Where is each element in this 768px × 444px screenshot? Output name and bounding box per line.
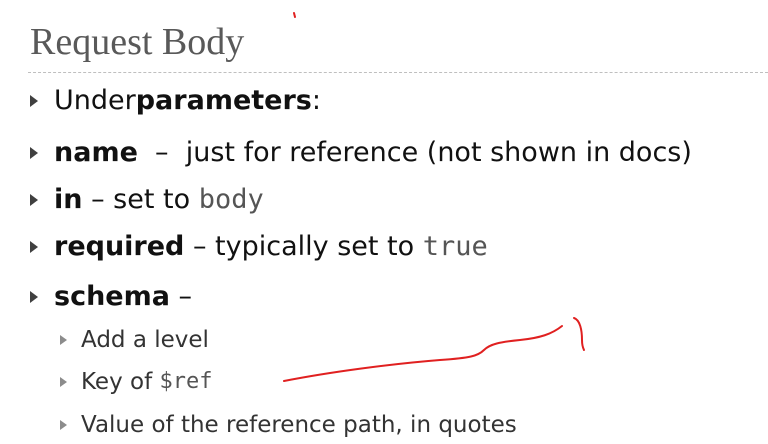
bullet-keyword: schema (54, 281, 170, 312)
sub-bullet-triangle-icon (60, 335, 67, 345)
bullet-text: – just for reference (not shown in docs) (137, 137, 692, 168)
sub-bullet-triangle-icon (60, 420, 67, 430)
bullet-keyword: required (54, 231, 185, 262)
bullet-text: – set to (82, 184, 199, 215)
bullet-keyword: in (54, 184, 83, 215)
bullet-list: Under parameters: name – just for refere… (0, 0, 768, 444)
sub-bullet-triangle-icon (60, 377, 67, 387)
bullet-item-required: required – typically set to true (30, 230, 488, 264)
bullet-text: Under (54, 85, 136, 116)
bullet-item-in: in – set to body (30, 183, 264, 217)
sub-bullet-text: Value of the reference path, in quotes (81, 412, 517, 438)
bullet-keyword: parameters (135, 85, 312, 116)
bullet-item-name: name – just for reference (not shown in … (30, 136, 692, 170)
bullet-triangle-icon (30, 95, 38, 107)
sub-bullet-code: $ref (159, 369, 213, 394)
bullet-item-schema: schema – (30, 280, 192, 314)
bullet-code: body (198, 184, 264, 215)
sub-bullet-text: Key of (81, 369, 160, 395)
bullet-text: – typically set to (184, 231, 423, 262)
bullet-triangle-icon (30, 241, 38, 253)
bullet-keyword: name (54, 137, 138, 168)
sub-bullet-key-of-ref: Key of $ref (60, 367, 212, 397)
bullet-code: true (422, 231, 488, 262)
bullet-triangle-icon (30, 147, 38, 159)
bullet-triangle-icon (30, 194, 38, 206)
bullet-triangle-icon (30, 291, 38, 303)
bullet-item-parameters: Under parameters: (30, 84, 321, 118)
sub-bullet-add-level: Add a level (60, 325, 209, 355)
sub-bullet-reference-path: Value of the reference path, in quotes (60, 410, 517, 440)
sub-bullet-text: Add a level (81, 327, 209, 353)
bullet-text: – (169, 281, 193, 312)
slide: Request Body Under parameters: name – ju… (0, 0, 768, 444)
bullet-suffix: : (311, 85, 321, 116)
